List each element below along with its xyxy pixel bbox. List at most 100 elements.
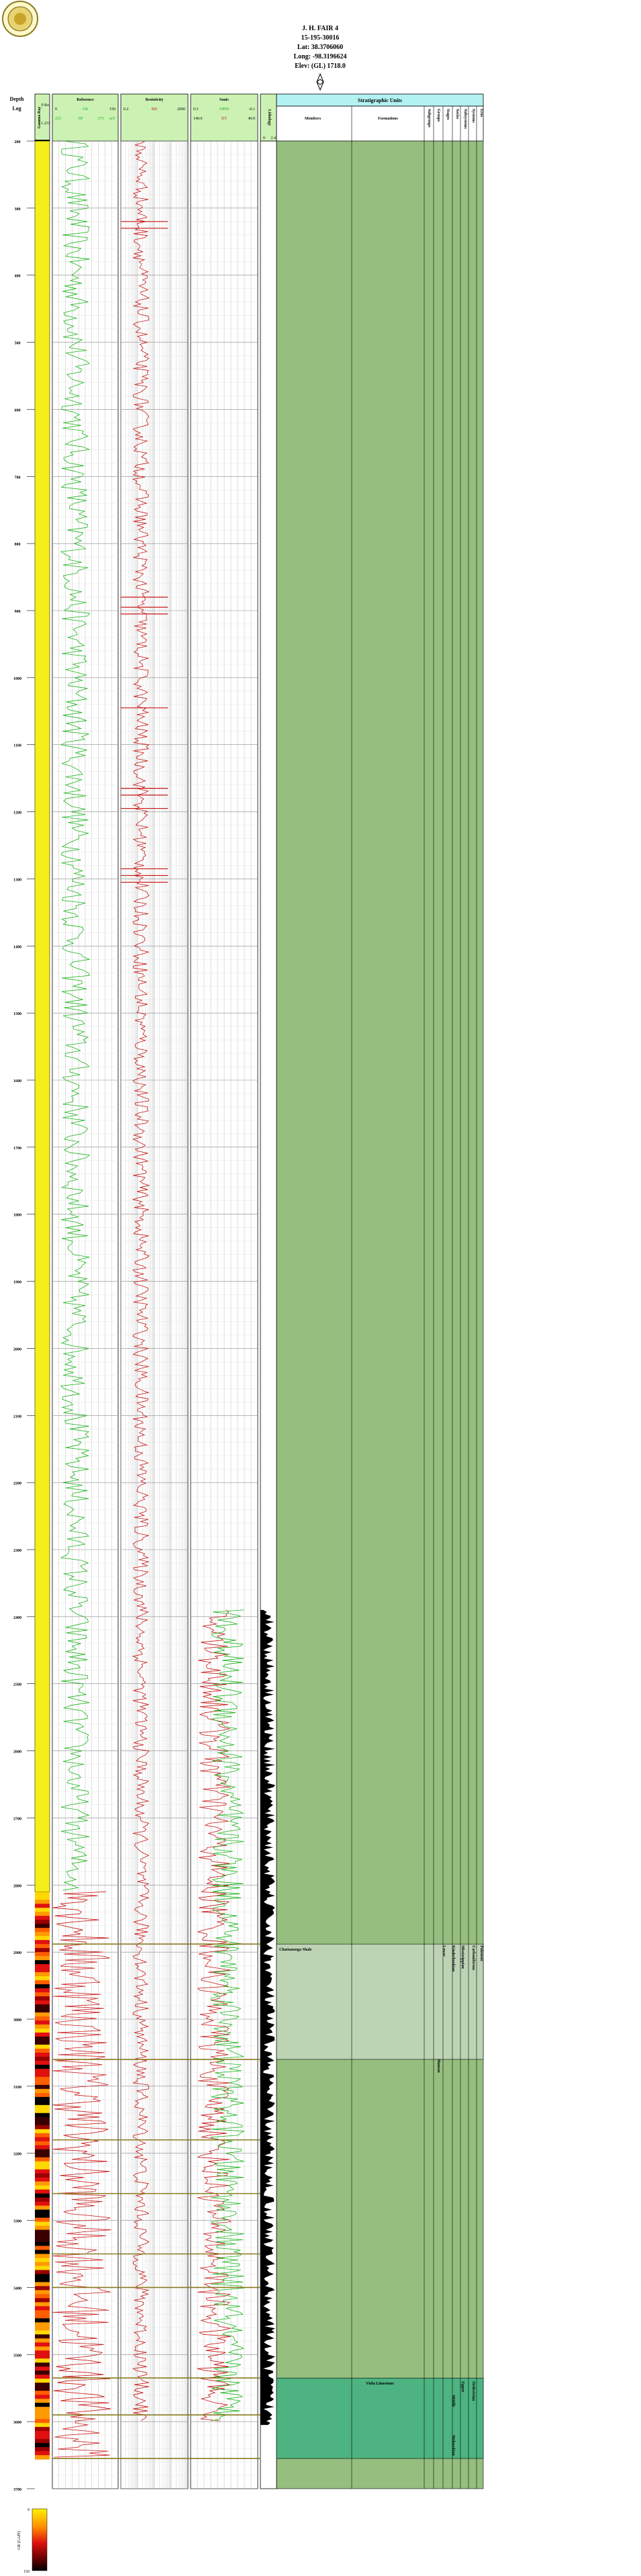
gamma-ray-colour-band xyxy=(35,2326,50,2331)
gamma-ray-colour-band xyxy=(35,2354,50,2359)
gamma-ray-colour-band xyxy=(35,2060,50,2066)
dt-label: DT xyxy=(221,117,227,121)
gamma-ray-colour-band xyxy=(35,2193,50,2199)
depth-tick-label: 3300 xyxy=(13,2220,21,2224)
depth-tick-label: 2400 xyxy=(13,1616,21,1620)
nphi-right: -0.1 xyxy=(249,107,256,112)
gamma-ray-colour-band xyxy=(35,2237,50,2243)
unit-mohawkian: Mohawkian xyxy=(451,2435,455,2456)
strat-subgroups-header: Subgroups xyxy=(427,109,431,128)
gap xyxy=(50,141,52,2489)
gamma-ray-colour-band xyxy=(35,2387,50,2391)
gamma-ray-colour-band xyxy=(35,2092,50,2098)
gamma-ray-colour-band xyxy=(35,2197,50,2203)
depth-tick-label: 1000 xyxy=(13,677,21,681)
gamma-ray-colour-band xyxy=(35,2181,50,2186)
gamma-ray-colour-band xyxy=(35,2169,50,2174)
gamma-ray-colour-band xyxy=(35,1956,50,1961)
ref-gr-left: 0 xyxy=(55,107,57,112)
gamma-ray-colour-band xyxy=(35,2020,50,2025)
nphi-left: 0.3 xyxy=(193,107,199,112)
gamma-ray-colour-band xyxy=(35,2306,50,2311)
gamma-ray-colour-band xyxy=(35,2056,50,2061)
unit-paleozoic: Paleozoic xyxy=(479,1945,483,1961)
depth-tick-label: 800 xyxy=(15,543,21,547)
gamma-ray-colour-band xyxy=(35,2104,50,2110)
strat-members-header: Members xyxy=(305,117,322,121)
gamma-ray-colour-band xyxy=(35,1964,50,1969)
depth-tick-label: 2700 xyxy=(13,1817,21,1821)
gamma-ray-colour-band xyxy=(35,2419,50,2424)
depth-tick-label: 2300 xyxy=(13,1549,21,1553)
unit-kinderhookian: Kinderhookian xyxy=(451,1945,455,1972)
gamma-ray-colour-band xyxy=(35,2145,50,2150)
gamma-ray-colour-band xyxy=(35,2407,50,2411)
gamma-ray-colour-band xyxy=(35,2350,50,2355)
depth-tick-label: 1200 xyxy=(13,811,21,815)
gamma-ray-colour-band xyxy=(35,2342,50,2347)
api-number: 15-195-30016 xyxy=(301,34,340,42)
gamma-ray-colour-band xyxy=(35,1936,50,1941)
gamma-ray-colour-band xyxy=(35,1900,50,1904)
gamma-ray-colour-band xyxy=(35,2213,50,2219)
gamma-ray-colour-band xyxy=(35,2201,50,2207)
strat-title: Stratigraphic Units xyxy=(358,97,402,103)
depth-tick-label: 2800 xyxy=(13,1884,21,1888)
gamma-ray-colour-band xyxy=(35,2221,50,2227)
gamma-ray-colour-band xyxy=(35,1996,50,2001)
depth-tick-label: 300 xyxy=(15,208,21,212)
depth-tick-label: 400 xyxy=(15,275,21,279)
ref-sp-label: SP xyxy=(79,117,83,121)
elevation: Elev: (GL) 1718.0 xyxy=(295,62,346,70)
gamma-ray-colour-band xyxy=(35,2443,50,2448)
gamma-ray-colour-band xyxy=(35,2415,50,2419)
well-name: J. H. FAIR 4 xyxy=(302,25,338,32)
res-left: 0.2 xyxy=(124,107,129,112)
gamma-ray-colour-band xyxy=(35,1984,50,1989)
gamma-ray-colour-band xyxy=(35,2173,50,2178)
res-right: 2000 xyxy=(177,107,185,112)
depth-tick-label: 1800 xyxy=(13,1214,21,1218)
ref-gr-right: 150 xyxy=(109,107,115,112)
gamma-ray-colour-band xyxy=(35,2346,50,2351)
gamma-ray-colour-band xyxy=(35,1980,50,1985)
gamma-ray-colour-band xyxy=(35,2266,50,2270)
gamma-ray-colour-band xyxy=(35,1912,50,1916)
gamma-ray-colour-band xyxy=(35,2149,50,2154)
latitude: Lat: 38.3706060 xyxy=(297,44,343,51)
gamma-ray-colour-band xyxy=(35,2024,50,2029)
gamma-ray-colour-band xyxy=(35,2395,50,2399)
gamma-ray-colour-band xyxy=(35,2185,50,2190)
lith-right: 2.4 xyxy=(271,136,277,140)
gamma-ray-colour-band xyxy=(35,2229,50,2235)
gamma-ray-colour-band xyxy=(35,2153,50,2158)
gamma-ray-colour-band xyxy=(35,2427,50,2432)
gamma-ray-colour-band xyxy=(35,2370,50,2375)
gamma-ray-colour-band xyxy=(35,2241,50,2247)
gamma-ray-colour-band xyxy=(35,2383,50,2387)
gamma-ray-colour-band xyxy=(35,2028,50,2033)
depth-tick-label: 600 xyxy=(15,408,21,412)
unit-hunton: Hunton xyxy=(436,2059,440,2073)
gamma-ray-colour-band xyxy=(35,2310,50,2315)
gamma-ray-colour-band xyxy=(35,1988,50,1993)
gamma-ray-colour-band xyxy=(35,2270,50,2274)
gr-colorbar xyxy=(32,2508,48,2571)
depth-tick-label: 2900 xyxy=(13,1951,21,1955)
depth-tick-label: 200 xyxy=(15,140,21,144)
gamma-ray-colour-band xyxy=(35,1920,50,1924)
ref-sp-unit: mV xyxy=(109,117,116,121)
gamma-ray-colour-band xyxy=(35,1960,50,1965)
gamma-ray-colour-band xyxy=(35,2250,50,2254)
gamma-ray-colour-band xyxy=(35,2209,50,2215)
gamma-ray-colour-band xyxy=(35,2411,50,2415)
gamma-ray-colour-band xyxy=(35,2302,50,2307)
strat-groups-header: Groups xyxy=(436,109,440,122)
depth-tick-label: 1700 xyxy=(13,1147,21,1151)
sonic-title: Sonic xyxy=(219,98,229,102)
gamma-ray-colour-band xyxy=(35,2157,50,2162)
depth-tick-label: 3600 xyxy=(13,2421,21,2425)
gamma-ray-colour-band xyxy=(35,2362,50,2367)
gamma-ray-colour-band xyxy=(35,2125,50,2130)
gamma-ray-colour-band xyxy=(35,2451,50,2456)
